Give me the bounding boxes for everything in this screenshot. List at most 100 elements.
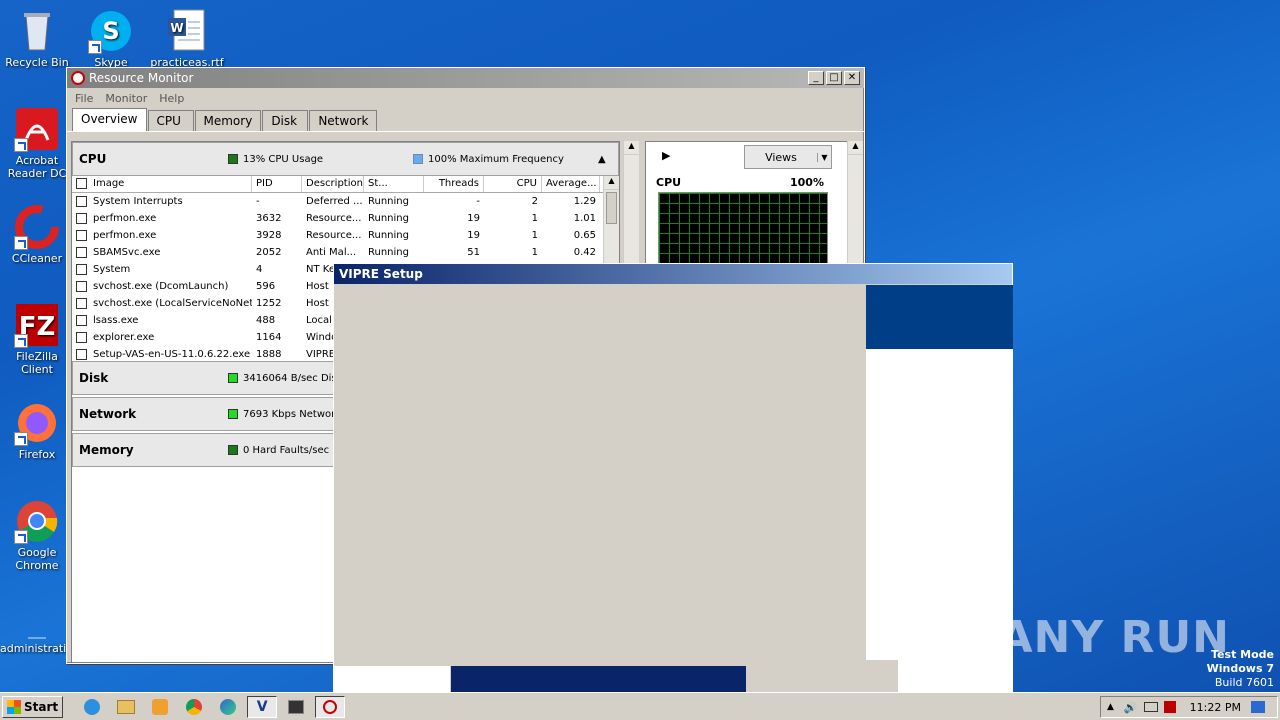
table-row[interactable]: System Interrupts - Deferred ... Running -2 1… bbox=[72, 193, 619, 210]
ccleaner-icon bbox=[14, 204, 60, 250]
window-titlebar[interactable]: Resource Monitor _ □ ✕ bbox=[67, 68, 864, 88]
taskbar-explorer[interactable] bbox=[111, 696, 141, 718]
tab-strip: Overview CPU Memory Disk Network bbox=[67, 108, 864, 132]
firefox-icon bbox=[14, 400, 60, 446]
media-player-icon bbox=[152, 698, 169, 715]
menu-file[interactable]: File bbox=[75, 92, 93, 105]
taskbar-edge[interactable] bbox=[213, 696, 243, 718]
scroll-up-icon[interactable]: ▲ bbox=[624, 141, 639, 155]
taskbar-chrome[interactable] bbox=[179, 696, 209, 718]
process-pid-cell: 2052 bbox=[256, 247, 282, 258]
desktop-icon-ccleaner[interactable]: CCleaner bbox=[0, 204, 74, 265]
tab-disk[interactable]: Disk bbox=[262, 110, 309, 131]
desktop-icon-filezilla[interactable]: FZ FileZilla Client bbox=[0, 302, 74, 376]
close-button[interactable]: ✕ bbox=[844, 71, 860, 85]
taskbar-ie[interactable] bbox=[77, 696, 107, 718]
speaker-icon[interactable]: 🔊 bbox=[1124, 701, 1138, 714]
process-status-cell: Running bbox=[368, 196, 409, 207]
desktop-icon-skype[interactable]: S Skype bbox=[74, 8, 148, 69]
column-image[interactable]: Image bbox=[72, 176, 252, 192]
process-average-cell: 1.29 bbox=[573, 196, 596, 207]
start-button[interactable]: Start bbox=[2, 695, 64, 718]
tab-cpu[interactable]: CPU bbox=[147, 110, 194, 131]
network-stat-text: 7693 Kbps Network bbox=[243, 408, 342, 420]
desktop-icon-chrome[interactable]: Google Chrome bbox=[0, 498, 74, 572]
table-row[interactable]: perfmon.exe 3632 Resource... Running 19 1 1.01 bbox=[72, 210, 619, 227]
minimize-button[interactable]: _ bbox=[808, 71, 824, 85]
tab-memory[interactable]: Memory bbox=[194, 110, 262, 131]
cpu-graph-max: 100% bbox=[790, 176, 824, 189]
edge-icon bbox=[220, 698, 237, 715]
column-threads[interactable]: Threads bbox=[424, 176, 484, 192]
process-pid-cell: - bbox=[256, 196, 260, 207]
network-swatch bbox=[228, 409, 238, 419]
row-checkbox[interactable] bbox=[76, 280, 87, 292]
filezilla-icon: FZ bbox=[14, 302, 60, 348]
taskbar-media-player[interactable] bbox=[145, 696, 175, 718]
show-desktop-icon[interactable] bbox=[1250, 701, 1265, 713]
scroll-up-icon[interactable]: ▲ bbox=[604, 176, 619, 190]
maximize-button[interactable]: □ bbox=[826, 71, 842, 85]
scroll-thumb[interactable] bbox=[606, 192, 617, 224]
column-pid[interactable]: PID bbox=[252, 176, 302, 192]
vipre-titlebar[interactable]: VIPRE Setup bbox=[334, 264, 1012, 284]
column-status[interactable]: St... bbox=[364, 176, 424, 192]
cpu-usage-swatch bbox=[228, 154, 238, 164]
taskbar-resource-monitor[interactable] bbox=[315, 695, 346, 718]
tab-network[interactable]: Network bbox=[309, 110, 378, 131]
taskbar-vipre[interactable]: V bbox=[247, 695, 278, 718]
desktop-icon-practiceas[interactable]: W practiceas.rtf bbox=[150, 8, 224, 69]
desktop-icon-label: Google Chrome bbox=[15, 546, 59, 572]
process-cpu-cell: 2 bbox=[531, 196, 538, 207]
taskbar-task-manager[interactable] bbox=[281, 696, 311, 718]
row-checkbox[interactable] bbox=[76, 195, 87, 207]
desktop-icon-firefox[interactable]: Firefox bbox=[0, 400, 74, 461]
views-dropdown[interactable]: Views ▼ bbox=[744, 145, 832, 169]
process-description-cell: Resource... bbox=[306, 213, 362, 224]
expand-arrow-icon[interactable]: ▶ bbox=[662, 149, 670, 162]
table-row[interactable]: SBAMSvc.exe 2052 Anti Mal... Running 51 1 0.42 bbox=[72, 244, 619, 261]
desktop-icon-acrobat[interactable]: Acrobat Reader DC bbox=[0, 106, 74, 180]
memory-stat-text: 0 Hard Faults/sec bbox=[243, 444, 330, 456]
column-description[interactable]: Description bbox=[302, 176, 364, 192]
column-cpu[interactable]: CPU bbox=[484, 176, 542, 192]
menu-monitor[interactable]: Monitor bbox=[105, 92, 147, 105]
action-center-icon[interactable] bbox=[1163, 701, 1176, 713]
row-checkbox[interactable] bbox=[76, 348, 87, 360]
cpu-section-header[interactable]: CPU 13% CPU Usage 100% Maximum Frequency… bbox=[72, 142, 619, 176]
collapse-arrow-icon[interactable]: ▲ bbox=[598, 154, 606, 165]
svg-text:S: S bbox=[102, 17, 119, 45]
resource-monitor-icon bbox=[71, 71, 85, 85]
show-hidden-icons-icon[interactable]: ▲ bbox=[1107, 702, 1114, 712]
column-average[interactable]: Average... bbox=[542, 176, 600, 192]
desktop-icon-administrator[interactable]: administrati... bbox=[0, 600, 77, 655]
process-image-cell: svchost.exe (LocalServiceNoNet... bbox=[72, 295, 252, 312]
row-checkbox[interactable] bbox=[76, 212, 87, 224]
select-all-checkbox[interactable] bbox=[76, 177, 87, 189]
process-pid-cell: 1164 bbox=[256, 332, 282, 343]
network-icon[interactable] bbox=[1143, 702, 1158, 712]
chevron-down-icon: ▼ bbox=[817, 152, 831, 162]
desktop-icon-recycle-bin[interactable]: Recycle Bin bbox=[0, 8, 74, 69]
chrome-icon bbox=[186, 698, 203, 715]
row-checkbox[interactable] bbox=[76, 331, 87, 343]
row-checkbox[interactable] bbox=[76, 314, 87, 326]
process-description-cell: Deferred ... bbox=[306, 196, 363, 207]
svg-text:W: W bbox=[170, 21, 183, 35]
folder-icon bbox=[117, 699, 136, 714]
row-checkbox[interactable] bbox=[76, 297, 87, 309]
row-checkbox[interactable] bbox=[76, 246, 87, 258]
row-checkbox[interactable] bbox=[76, 263, 87, 275]
build-line: Build 7601 bbox=[1214, 676, 1274, 689]
row-checkbox[interactable] bbox=[76, 229, 87, 241]
menu-help[interactable]: Help bbox=[159, 92, 184, 105]
shortcut-arrow-icon bbox=[14, 432, 28, 446]
clock[interactable]: 11:22 PM bbox=[1190, 701, 1241, 714]
vipre-icon: V bbox=[256, 698, 268, 715]
tab-overview[interactable]: Overview bbox=[72, 108, 147, 131]
vipre-setup-window: VIPRE Setup bbox=[333, 263, 1013, 693]
table-row[interactable]: perfmon.exe 3928 Resource... Running 19 1 0.65 bbox=[72, 227, 619, 244]
resource-monitor-icon bbox=[323, 699, 338, 714]
scroll-up-icon[interactable]: ▲ bbox=[848, 141, 863, 155]
test-mode-line: Test Mode bbox=[1211, 648, 1274, 661]
